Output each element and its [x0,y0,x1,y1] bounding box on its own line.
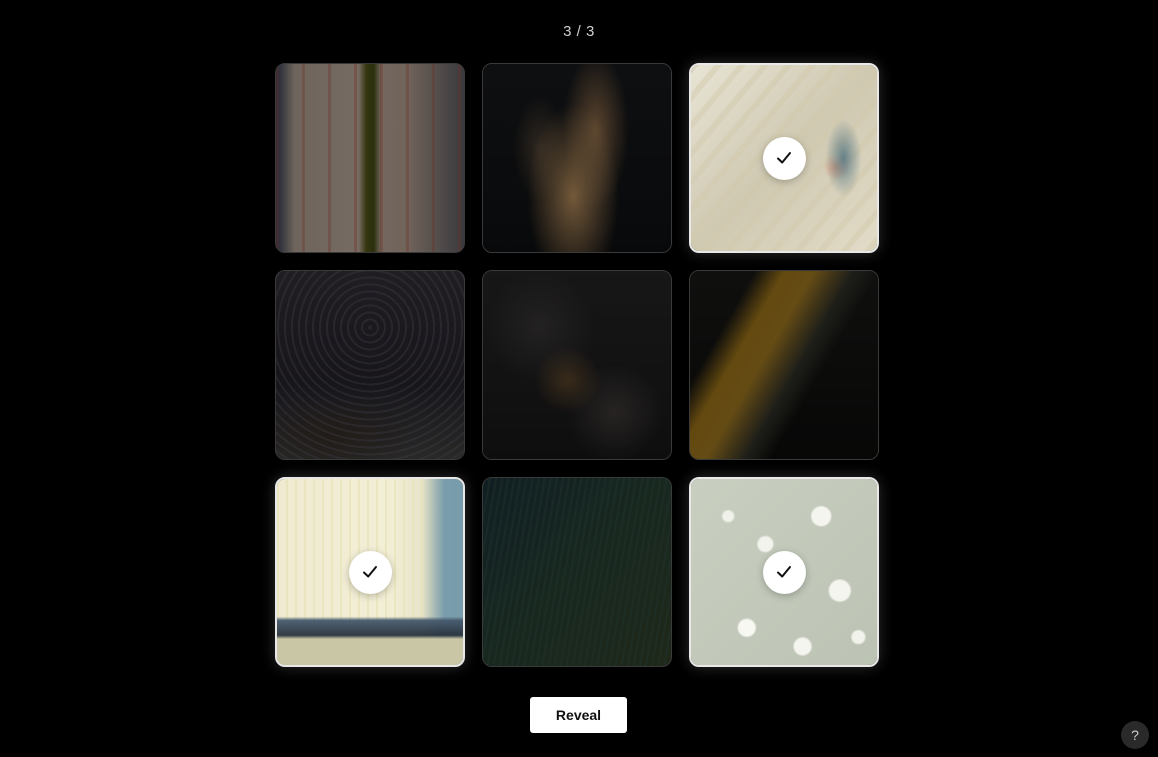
image-grid [275,63,882,669]
image-tile-9[interactable] [689,477,879,667]
image-tile-1[interactable] [275,63,465,253]
image-tile-5[interactable] [482,270,672,460]
reveal-button[interactable]: Reveal [530,697,627,733]
image-selection-page: 3 / 3 Reveal ? [0,0,1158,757]
image-tile-4[interactable] [275,270,465,460]
progress-counter: 3 / 3 [563,23,595,40]
image-tile-6[interactable] [689,270,879,460]
checkmark-icon [348,550,392,594]
help-button[interactable]: ? [1121,721,1149,749]
image-tile-2[interactable] [482,63,672,253]
checkmark-icon [762,136,806,180]
question-icon: ? [1131,727,1139,743]
image-tile-3[interactable] [689,63,879,253]
image-tile-7[interactable] [275,477,465,667]
checkmark-icon [762,550,806,594]
image-tile-8[interactable] [482,477,672,667]
